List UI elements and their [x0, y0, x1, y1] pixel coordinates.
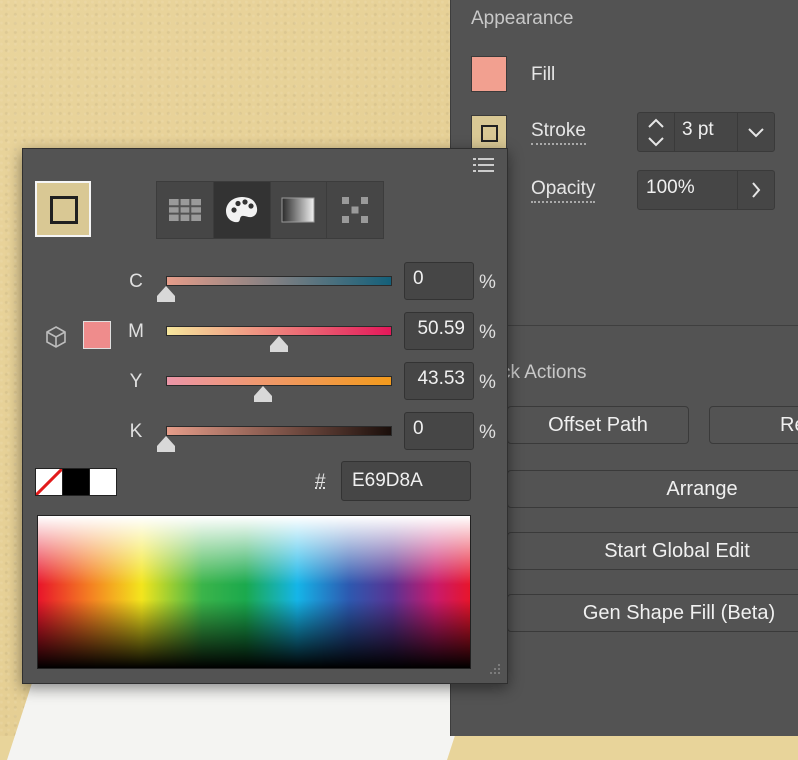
out-of-gamut-cube-icon[interactable]	[45, 325, 67, 349]
nearest-color-swatch[interactable]	[83, 321, 111, 349]
black-slider-track[interactable]	[166, 426, 392, 436]
black-value-field[interactable]: 0	[404, 412, 474, 450]
appearance-title: Appearance	[471, 8, 574, 29]
chevron-down-icon	[748, 128, 764, 138]
stepper-arrows-icon	[648, 118, 664, 147]
none-swatch[interactable]	[35, 468, 63, 496]
stroke-label[interactable]: Stroke	[531, 120, 586, 145]
mode-color[interactable]	[213, 182, 271, 238]
color-mode-switcher	[156, 181, 384, 239]
fill-stroke-swatch[interactable]	[35, 181, 91, 237]
yellow-unit: %	[479, 372, 496, 393]
offset-path-button[interactable]: Offset Path	[507, 406, 689, 444]
magenta-unit: %	[479, 322, 496, 343]
cyan-unit: %	[479, 272, 496, 293]
fill-swatch[interactable]	[471, 56, 507, 92]
yellow-slider-track[interactable]	[166, 376, 392, 386]
cyan-slider-track[interactable]	[166, 276, 392, 286]
gradient-icon	[281, 197, 315, 223]
paper-object[interactable]	[7, 680, 473, 760]
pattern-icon	[342, 197, 369, 223]
magenta-slider-track[interactable]	[166, 326, 392, 336]
yellow-value-field[interactable]: 43.53	[404, 362, 474, 400]
cyan-value-field[interactable]: 0	[404, 262, 474, 300]
white-swatch[interactable]	[89, 468, 117, 496]
color-palette-icon	[225, 197, 257, 223]
black-swatch[interactable]	[62, 468, 90, 496]
none-slash-icon	[36, 469, 62, 495]
hex-label: #	[315, 471, 326, 492]
opacity-control[interactable]: 100%	[637, 170, 775, 210]
resize-grip-icon[interactable]	[487, 661, 501, 675]
color-picker-popup: C 0 % M 50.59 % Y 43.53 % K 0 % # E69D8A	[22, 148, 508, 684]
stroke-weight-value[interactable]: 3 pt	[682, 119, 714, 141]
mode-pattern[interactable]	[327, 182, 383, 238]
black-label: K	[129, 421, 143, 442]
mode-swatches[interactable]	[157, 182, 214, 238]
mode-gradient[interactable]	[271, 182, 328, 238]
fill-label: Fill	[531, 64, 556, 85]
panel-menu-icon[interactable]	[473, 157, 495, 173]
cyan-label: C	[129, 271, 143, 292]
stroke-weight-control[interactable]: 3 pt	[637, 112, 775, 152]
black-unit: %	[479, 422, 496, 443]
partial-quick-action-button[interactable]: Re	[709, 406, 798, 444]
arrange-button[interactable]: Arrange	[507, 470, 798, 508]
magenta-value-field[interactable]: 50.59	[404, 312, 474, 350]
opacity-value[interactable]: 100%	[646, 177, 695, 199]
quick-actions-title: ck Actions	[501, 362, 587, 383]
stroke-weight-dropdown[interactable]	[737, 113, 774, 151]
swatches-grid-icon	[168, 199, 201, 221]
chevron-right-icon	[752, 182, 761, 198]
magenta-label: M	[128, 321, 144, 342]
stroke-weight-stepper[interactable]	[638, 113, 675, 151]
hex-input[interactable]: E69D8A	[341, 461, 471, 501]
start-global-edit-button[interactable]: Start Global Edit	[507, 532, 798, 570]
yellow-label: Y	[129, 371, 143, 392]
opacity-label[interactable]: Opacity	[531, 178, 596, 203]
opacity-expand[interactable]	[737, 171, 774, 209]
gen-shape-fill-button[interactable]: Gen Shape Fill (Beta)	[507, 594, 798, 632]
stroke-swatch[interactable]	[471, 115, 507, 151]
color-spectrum[interactable]	[37, 515, 471, 669]
